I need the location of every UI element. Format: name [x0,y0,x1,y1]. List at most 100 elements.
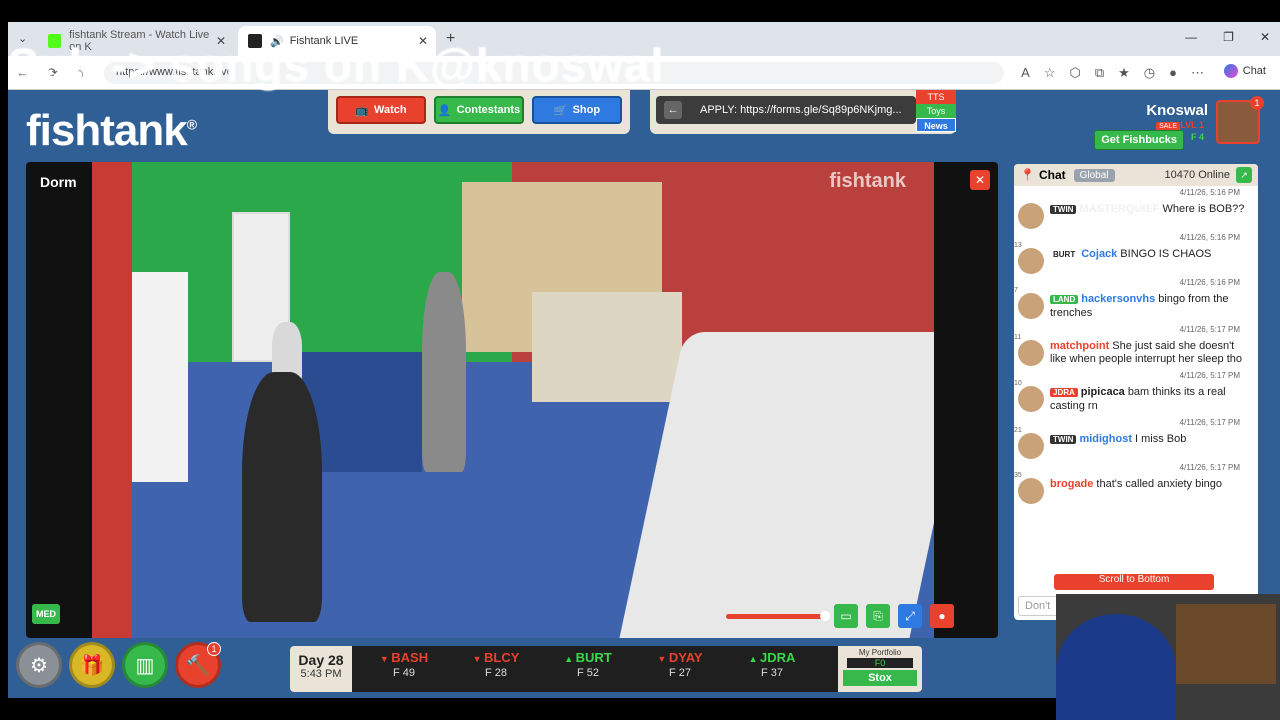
down-arrow-icon: ▼ [657,654,669,664]
chat-avatar[interactable]: 35 [1014,472,1044,504]
news-bar: ← APPLY: https://forms.gle/Sq89p6NKjmg..… [650,90,956,134]
shop-button[interactable]: 🛒 Shop [532,96,622,124]
stock-price: F 37 [760,667,783,679]
chat-timestamp: 4/11/26, 5:16 PM [1179,188,1240,197]
chat-username[interactable]: brogade [1050,478,1093,490]
quality-button[interactable]: MED [32,604,60,624]
settings-gear-icon[interactable]: ⚙ [16,642,62,688]
chat-username[interactable]: MASTERQUIEF [1079,203,1159,215]
tab-tts[interactable]: TTS [916,90,956,104]
main-nav: 📺 Watch 👤 Contestants 🛒 Shop [328,90,630,134]
global-toggle[interactable]: Global [1073,168,1115,182]
extension-icon[interactable]: ⬡ [1069,65,1080,81]
up-arrow-icon: ▲ [748,654,760,664]
news-tabs: TTS Toys News [916,90,956,132]
chat-user-level: 13 [1014,242,1022,249]
shop-badge: 1 [207,642,221,656]
watch-button[interactable]: 📺 Watch [336,96,426,124]
stock-list: ▼ BASH F 49 ▼ BLCY F 28 ▲ BURT F 52 ▼ DYAY F 27… [358,650,818,679]
gift-icon[interactable]: 🎁 [69,642,115,688]
stox-button[interactable]: Stox [843,670,917,686]
chat-timestamp: 4/11/26, 5:16 PM [1179,233,1240,242]
chat-avatar[interactable] [1018,203,1044,229]
volume-slider[interactable] [726,610,830,621]
chat-avatar[interactable]: 7 [1014,287,1044,319]
chat-message[interactable]: 10 JDRA pipicaca bam thinks its a real cast… [1014,380,1246,414]
portfolio-value: F0 [847,658,913,668]
stock-symbol-text: BURT [575,650,612,665]
chat-user-level: 35 [1014,471,1022,479]
news-text[interactable]: APPLY: https://forms.gle/Sq89p6NKjmg... [700,104,914,116]
chat-avatar[interactable]: 21 [1014,427,1044,459]
stock-item[interactable]: ▲ JDRA F 37 [726,650,818,679]
news-back-icon[interactable]: ← [664,101,682,119]
scroll-to-bottom-button[interactable]: Scroll to Bottom [1054,574,1214,590]
copilot-chat-label: Chat [1242,65,1266,77]
chat-message[interactable]: 11 matchpoint She just said she doesn't li… [1014,334,1246,368]
stock-item[interactable]: ▼ DYAY F 27 [634,650,726,679]
chat-avatar[interactable]: 13 [1014,242,1044,274]
restore-icon[interactable]: ❐ [1223,30,1234,44]
tab-toys[interactable]: Toys [916,104,956,118]
chat-message[interactable]: TWIN MASTERQUIEF Where is BOB?? [1018,203,1246,229]
chat-message-body: brogade that's called anxiety bingo [1050,478,1222,504]
favorite-star-icon[interactable]: ☆ [1044,65,1056,81]
chat-avatar[interactable]: 10 [1014,380,1044,412]
cabinet [532,292,682,402]
notification-badge[interactable]: 1 [1250,96,1264,110]
contestants-button[interactable]: 👤 Contestants [434,96,524,124]
chat-username[interactable]: matchpoint [1050,340,1109,352]
chat-team-tag: JDRA [1050,388,1078,397]
cart-icon: 🛒 [553,104,568,117]
person-foreground [242,372,322,622]
more-icon[interactable]: ⋯ [1191,65,1204,81]
chat-timestamp: 4/11/26, 5:17 PM [1179,462,1240,472]
favorites-icon[interactable]: ★ [1118,65,1130,81]
chat-message[interactable]: 7 LAND hackersonvhs bingo from the trenches [1014,287,1246,321]
chat-timestamp: 4/11/26, 5:17 PM [1179,417,1240,427]
chat-username[interactable]: Cojack [1081,248,1117,260]
fullscreen-icon[interactable]: ⤢ [898,604,922,628]
record-icon[interactable]: ● [930,604,954,628]
split-screen-icon[interactable]: ⧉ [1095,65,1104,81]
inventory-icon[interactable]: ▥ [122,642,168,688]
chat-username[interactable]: hackersonvhs [1081,293,1155,305]
close-window-icon[interactable]: ✕ [1260,30,1270,44]
chat-team-tag: TWIN [1050,205,1077,214]
stock-item[interactable]: ▲ BURT F 52 [542,650,634,679]
clock-time: 5:43 PM [300,668,342,680]
chat-message[interactable]: 13 BURT Cojack BINGO IS CHAOS [1014,242,1246,274]
stock-symbol: ▼ BASH [358,650,450,665]
chat-message-body: TWIN midighost I miss Bob [1050,433,1186,459]
history-icon[interactable]: ◷ [1144,65,1155,81]
copilot-chat-button[interactable]: Chat [1223,64,1266,78]
chat-avatar[interactable]: 11 [1014,334,1044,366]
chat-panel: 📍 Chat Global 10470 Online ↗ 4/11/26, 5:… [1014,164,1258,620]
stock-symbol-text: JDRA [760,650,796,665]
read-aloud-icon[interactable]: A [1021,65,1030,81]
chat-username[interactable]: pipicaca [1081,386,1125,398]
chat-message-body: LAND hackersonvhs bingo from the trenches [1050,293,1246,321]
minimize-icon[interactable]: — [1185,30,1197,44]
shop-hammer-icon[interactable]: 🔨 1 [175,642,221,688]
chat-message[interactable]: 21 TWIN midighost I miss Bob [1014,427,1246,459]
stock-item[interactable]: ▼ BASH F 49 [358,650,450,679]
person-standing [422,272,466,472]
video-controls: ▭ ⎘ ⤢ ● [726,604,954,628]
chat-message[interactable]: 35 brogade that's called anxiety bingo [1014,472,1246,504]
chat-message-body: JDRA pipicaca bam thinks its a real castin… [1050,386,1246,414]
user-panel: Knoswal LVL 1 SALE Get Fishbucks F 4 1 [1060,96,1264,152]
camera-feed[interactable]: fishtank [92,162,934,638]
close-video-button[interactable]: ✕ [970,170,990,190]
profile-icon[interactable]: ● [1169,65,1177,81]
chat-messages[interactable]: 4/11/26, 5:16 PM TWIN MASTERQUIEF Where is … [1014,186,1250,586]
fishtank-logo[interactable]: fishtank® [26,106,197,156]
pip-icon[interactable]: ▭ [834,604,858,628]
stock-item[interactable]: ▼ BLCY F 28 [450,650,542,679]
online-count: 10470 Online [1164,169,1230,181]
get-fishbucks-button[interactable]: Get Fishbucks [1094,130,1184,150]
tab-news[interactable]: News [916,118,956,132]
share-icon[interactable]: ↗ [1236,167,1252,183]
cast-icon[interactable]: ⎘ [866,604,890,628]
chat-username[interactable]: midighost [1079,433,1132,445]
